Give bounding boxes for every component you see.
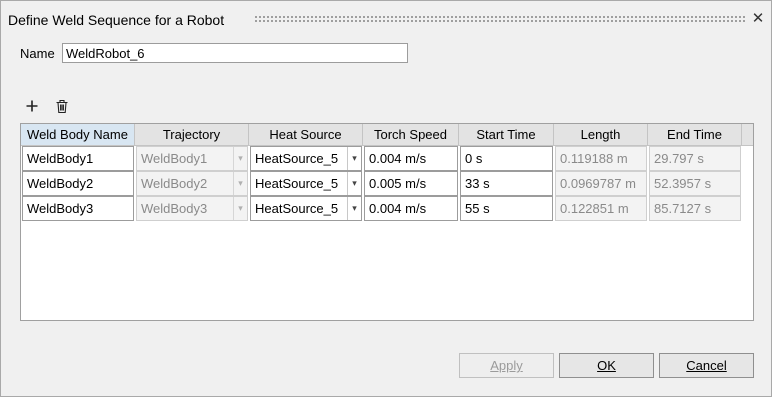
heat-source-value: HeatSource_5 [255,176,339,191]
cell-end-time: 29.797 s [649,146,741,171]
cell-heat-source[interactable]: HeatSource_5 ▾ [250,146,362,171]
ok-button[interactable]: OK [559,353,654,378]
drag-grip[interactable] [254,15,746,23]
cell-trajectory: WeldBody3 ▾ [136,196,248,221]
chevron-down-icon[interactable]: ▾ [347,147,361,170]
cell-length: 0.0969787 m [555,171,647,196]
chevron-down-icon: ▾ [233,147,247,170]
heat-source-value: HeatSource_5 [255,201,339,216]
add-row-button[interactable] [22,96,42,116]
cell-trajectory: WeldBody1 ▾ [136,146,248,171]
chevron-down-icon: ▾ [233,172,247,195]
name-label: Name [20,46,55,61]
heat-source-value: HeatSource_5 [255,151,339,166]
title-bar[interactable]: Define Weld Sequence for a Robot ✕ [1,1,771,37]
trajectory-value: WeldBody2 [141,176,208,191]
cell-weld-body[interactable]: WeldBody2 [22,171,134,196]
column-header-trajectory[interactable]: Trajectory [135,124,249,146]
name-input[interactable] [62,43,408,63]
header-filler [742,124,753,146]
chevron-down-icon[interactable]: ▾ [347,197,361,220]
column-header-end-time[interactable]: End Time [648,124,742,146]
cell-length: 0.122851 m [555,196,647,221]
dialog-title: Define Weld Sequence for a Robot [8,12,225,28]
cancel-button[interactable]: Cancel [659,353,754,378]
apply-button[interactable]: Apply [459,353,554,378]
trajectory-value: WeldBody3 [141,201,208,216]
column-header-weld-body-name[interactable]: Weld Body Name [21,124,135,146]
cell-heat-source[interactable]: HeatSource_5 ▾ [250,196,362,221]
cell-torch-speed[interactable]: 0.005 m/s [364,171,458,196]
column-header-heat-source[interactable]: Heat Source [249,124,363,146]
delete-row-button[interactable] [52,96,72,116]
cell-weld-body[interactable]: WeldBody3 [22,196,134,221]
cell-start-time[interactable]: 55 s [460,196,553,221]
cell-end-time: 85.7127 s [649,196,741,221]
chevron-down-icon: ▾ [233,197,247,220]
cell-start-time[interactable]: 33 s [460,171,553,196]
cell-length: 0.119188 m [555,146,647,171]
cell-end-time: 52.3957 s [649,171,741,196]
trash-icon [56,99,68,113]
column-header-length[interactable]: Length [554,124,648,146]
cell-torch-speed[interactable]: 0.004 m/s [364,196,458,221]
trajectory-value: WeldBody1 [141,151,208,166]
cell-heat-source[interactable]: HeatSource_5 ▾ [250,171,362,196]
plus-icon [26,100,38,112]
cell-weld-body[interactable]: WeldBody1 [22,146,134,171]
weld-sequence-dialog: Define Weld Sequence for a Robot ✕ Name … [0,0,772,397]
column-header-start-time[interactable]: Start Time [459,124,554,146]
close-icon[interactable]: ✕ [748,9,768,29]
cell-torch-speed[interactable]: 0.004 m/s [364,146,458,171]
cell-start-time[interactable]: 0 s [460,146,553,171]
weld-sequence-table: Weld Body Name Trajectory Heat Source To… [20,123,754,321]
column-header-torch-speed[interactable]: Torch Speed [363,124,459,146]
chevron-down-icon[interactable]: ▾ [347,172,361,195]
cell-trajectory: WeldBody2 ▾ [136,171,248,196]
